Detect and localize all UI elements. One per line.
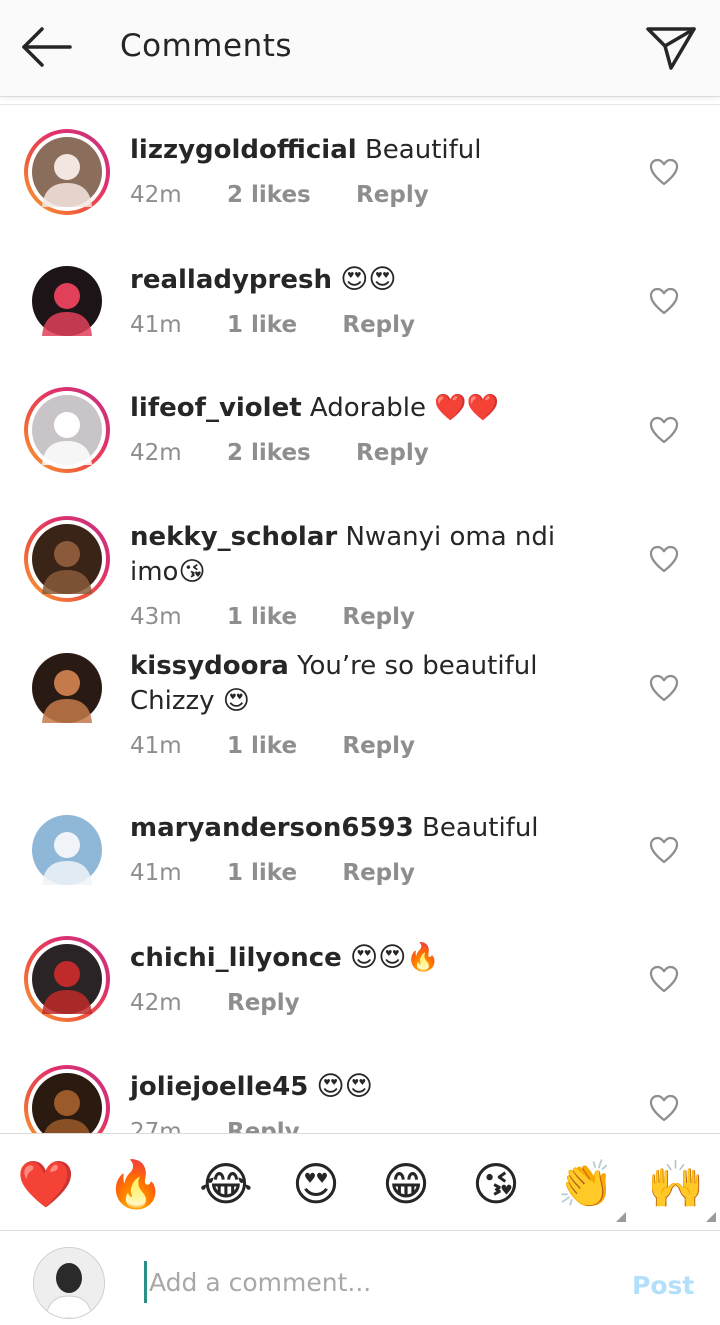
like-heart-icon[interactable] xyxy=(648,157,680,187)
comment-username[interactable]: maryanderson6593 xyxy=(130,813,414,843)
like-heart-icon[interactable] xyxy=(648,964,680,994)
avatar[interactable] xyxy=(24,387,110,473)
back-arrow-icon[interactable] xyxy=(18,24,74,70)
comment-text: 😍😍 xyxy=(340,264,397,295)
kissing-emoji-icon[interactable]: 😘 xyxy=(466,1154,526,1214)
comment-composer: Post xyxy=(0,1230,720,1325)
avatar[interactable] xyxy=(24,258,110,344)
comment-input[interactable] xyxy=(144,1261,611,1303)
comment-username[interactable]: realladypresh xyxy=(130,265,332,295)
avatar-photo xyxy=(32,944,102,1014)
comment-username[interactable]: lizzygoldofficial xyxy=(130,135,357,165)
reply-button[interactable]: Reply xyxy=(356,182,429,208)
heart-emoji-icon[interactable]: ❤️ xyxy=(16,1154,76,1214)
reply-button[interactable]: Reply xyxy=(342,312,415,338)
like-heart-icon[interactable] xyxy=(648,286,680,316)
comment-time: 41m xyxy=(130,312,182,338)
comment-item: nekky_scholar Nwanyi oma ndi imo😘 43m 1 … xyxy=(0,492,720,630)
avatar[interactable] xyxy=(24,129,110,215)
avatar-photo xyxy=(32,1073,102,1133)
avatar[interactable] xyxy=(24,1065,110,1133)
avatar-photo xyxy=(32,815,102,885)
comment-username[interactable]: chichi_lilyonce xyxy=(130,943,342,973)
comment-likes[interactable]: 1 like xyxy=(227,733,297,759)
comment-item: chichi_lilyonce 😍😍🔥 42m Reply xyxy=(0,912,720,1041)
comment-username[interactable]: lifeof_violet xyxy=(130,393,302,423)
comment-likes[interactable]: 1 like xyxy=(227,312,297,338)
comment-username[interactable]: joliejoelle45 xyxy=(130,1072,308,1102)
reply-button[interactable]: Reply xyxy=(227,990,300,1016)
avatar-photo xyxy=(32,524,102,594)
comment-likes[interactable]: 1 like xyxy=(227,860,297,886)
skin-tone-indicator-icon xyxy=(706,1212,716,1222)
comment-username[interactable]: kissydoora xyxy=(130,651,289,681)
comment-text: Beautiful xyxy=(422,813,539,843)
like-heart-icon[interactable] xyxy=(648,835,680,865)
avatar[interactable] xyxy=(24,516,110,602)
avatar-photo xyxy=(32,395,102,465)
reply-button[interactable]: Reply xyxy=(356,440,429,466)
comment-item: realladypresh 😍😍 41m 1 like Reply xyxy=(0,234,720,363)
comment-text: Adorable ❤️❤️ xyxy=(309,393,500,423)
fire-emoji-icon[interactable]: 🔥 xyxy=(106,1154,166,1214)
comment-list[interactable]: lizzygoldofficial Beautiful 42m 2 likes … xyxy=(0,105,720,1133)
raised-hands-emoji-icon[interactable]: 🙌 xyxy=(646,1154,716,1222)
avatar-photo xyxy=(32,137,102,207)
comment-time: 42m xyxy=(130,990,182,1016)
reply-button[interactable]: Reply xyxy=(342,733,415,759)
post-button[interactable]: Post xyxy=(632,1271,694,1300)
comment-time: 27m xyxy=(130,1119,182,1133)
avatar[interactable] xyxy=(24,936,110,1022)
avatar-photo xyxy=(32,266,102,336)
heart-eyes-emoji-icon[interactable]: 😍 xyxy=(286,1154,346,1214)
reply-button[interactable]: Reply xyxy=(342,860,415,886)
skin-tone-indicator-icon xyxy=(616,1212,626,1222)
comment-username[interactable]: nekky_scholar xyxy=(130,522,337,552)
comment-time: 41m xyxy=(130,733,182,759)
reply-button[interactable]: Reply xyxy=(227,1119,300,1133)
avatar[interactable] xyxy=(24,807,110,893)
comment-time: 42m xyxy=(130,182,182,208)
top-bar: Comments xyxy=(0,0,720,97)
like-heart-icon[interactable] xyxy=(648,1093,680,1123)
comment-likes[interactable]: 2 likes xyxy=(227,182,311,208)
avatar[interactable] xyxy=(24,645,110,731)
comment-item: lifeof_violet Adorable ❤️❤️ 42m 2 likes … xyxy=(0,363,720,492)
comment-text: 😍😍🔥 xyxy=(350,942,440,973)
page-title: Comments xyxy=(120,28,293,64)
comment-item: maryanderson6593 Beautiful 41m 1 like Re… xyxy=(0,783,720,912)
comment-time: 41m xyxy=(130,860,182,886)
emoji-quick-bar: ❤️ 🔥 😂 😍 😁 😘 👏 🙌 xyxy=(0,1133,720,1230)
like-heart-icon[interactable] xyxy=(648,415,680,445)
comment-item: lizzygoldofficial Beautiful 42m 2 likes … xyxy=(0,105,720,234)
clapping-emoji-icon[interactable]: 👏 xyxy=(556,1154,626,1222)
laughing-emoji-icon[interactable]: 😂 xyxy=(196,1154,256,1214)
comment-time: 42m xyxy=(130,440,182,466)
comment-text: Beautiful xyxy=(364,135,482,165)
direct-send-icon[interactable] xyxy=(644,22,698,72)
comment-item: kissydoora You’re so beautiful Chizzy 😍 … xyxy=(0,621,720,783)
grinning-emoji-icon[interactable]: 😁 xyxy=(376,1154,436,1214)
avatar-photo xyxy=(32,653,102,723)
my-avatar xyxy=(33,1247,105,1319)
comment-item: joliejoelle45 😍😍 27m Reply xyxy=(0,1041,720,1133)
like-heart-icon[interactable] xyxy=(648,544,680,574)
comment-likes[interactable]: 2 likes xyxy=(227,440,311,466)
comment-text: 😍😍 xyxy=(316,1071,373,1102)
like-heart-icon[interactable] xyxy=(648,673,680,703)
